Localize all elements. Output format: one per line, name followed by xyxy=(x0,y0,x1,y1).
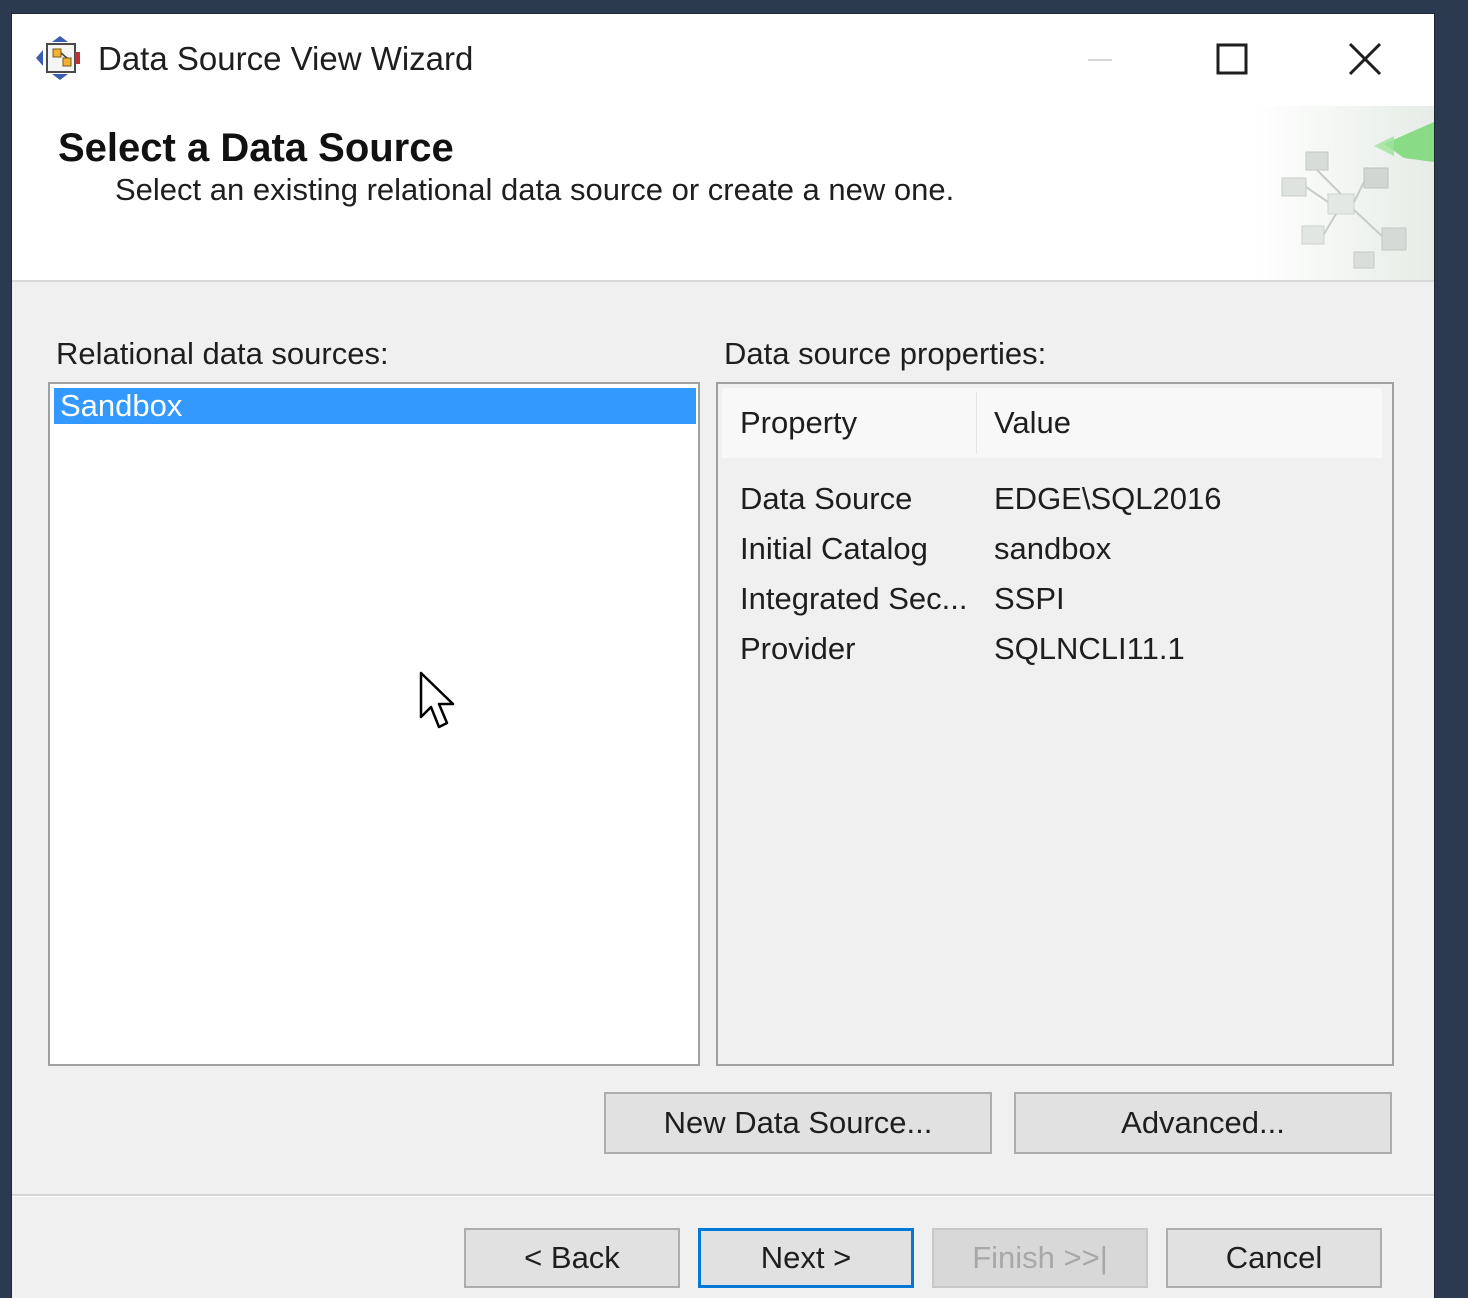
column-header-property[interactable]: Property xyxy=(740,388,857,458)
back-button[interactable]: < Back xyxy=(464,1228,680,1288)
page-title: Select a Data Source xyxy=(58,126,454,170)
maximize-icon xyxy=(1216,43,1248,75)
properties-grid-header: Property Value xyxy=(722,388,1382,458)
mouse-pointer-icon xyxy=(419,671,455,729)
new-data-source-button[interactable]: New Data Source... xyxy=(604,1092,992,1154)
column-separator[interactable] xyxy=(976,392,977,454)
properties-grid[interactable]: Property Value Data Source EDGE\SQL2016 … xyxy=(716,382,1394,1066)
page-subtitle: Select an existing relational data sourc… xyxy=(115,172,955,207)
property-name: Provider xyxy=(740,631,856,666)
wizard-window: Data Source View Wizard Select a Data So… xyxy=(12,14,1434,1298)
property-row[interactable]: Integrated Sec... SSPI xyxy=(722,574,1382,624)
minimize-button[interactable] xyxy=(1060,30,1140,90)
property-value: sandbox xyxy=(994,531,1112,566)
property-name: Data Source xyxy=(740,481,913,516)
column-header-value[interactable]: Value xyxy=(994,388,1071,458)
property-name: Integrated Sec... xyxy=(740,581,968,616)
properties-label: Data source properties: xyxy=(724,336,1047,371)
property-row[interactable]: Data Source EDGE\SQL2016 xyxy=(722,474,1382,524)
window-title: Data Source View Wizard xyxy=(98,40,474,77)
relational-sources-list[interactable]: Sandbox xyxy=(48,382,700,1066)
property-name: Initial Catalog xyxy=(740,531,928,566)
wizard-banner-graphic xyxy=(1254,106,1434,280)
property-value: SQLNCLI11.1 xyxy=(994,631,1185,666)
relational-sources-label: Relational data sources: xyxy=(56,336,389,371)
finish-button: Finish >>| xyxy=(932,1228,1148,1288)
wizard-header: Select a Data Source Select an existing … xyxy=(12,106,1434,282)
minimize-icon xyxy=(1088,59,1112,61)
cancel-button[interactable]: Cancel xyxy=(1166,1228,1382,1288)
close-button[interactable] xyxy=(1325,30,1405,90)
next-button[interactable]: Next > xyxy=(698,1228,914,1288)
advanced-button[interactable]: Advanced... xyxy=(1014,1092,1392,1154)
source-item-sandbox[interactable]: Sandbox xyxy=(54,388,696,424)
close-icon xyxy=(1348,42,1382,76)
maximize-button[interactable] xyxy=(1192,30,1272,90)
property-value: EDGE\SQL2016 xyxy=(994,481,1222,516)
property-row[interactable]: Provider SQLNCLI11.1 xyxy=(722,624,1382,674)
data-source-view-app-icon xyxy=(36,36,80,80)
property-value: SSPI xyxy=(994,581,1065,616)
property-row[interactable]: Initial Catalog sandbox xyxy=(722,524,1382,574)
title-bar[interactable]: Data Source View Wizard xyxy=(12,14,1434,106)
footer-divider-highlight xyxy=(12,1196,1434,1197)
